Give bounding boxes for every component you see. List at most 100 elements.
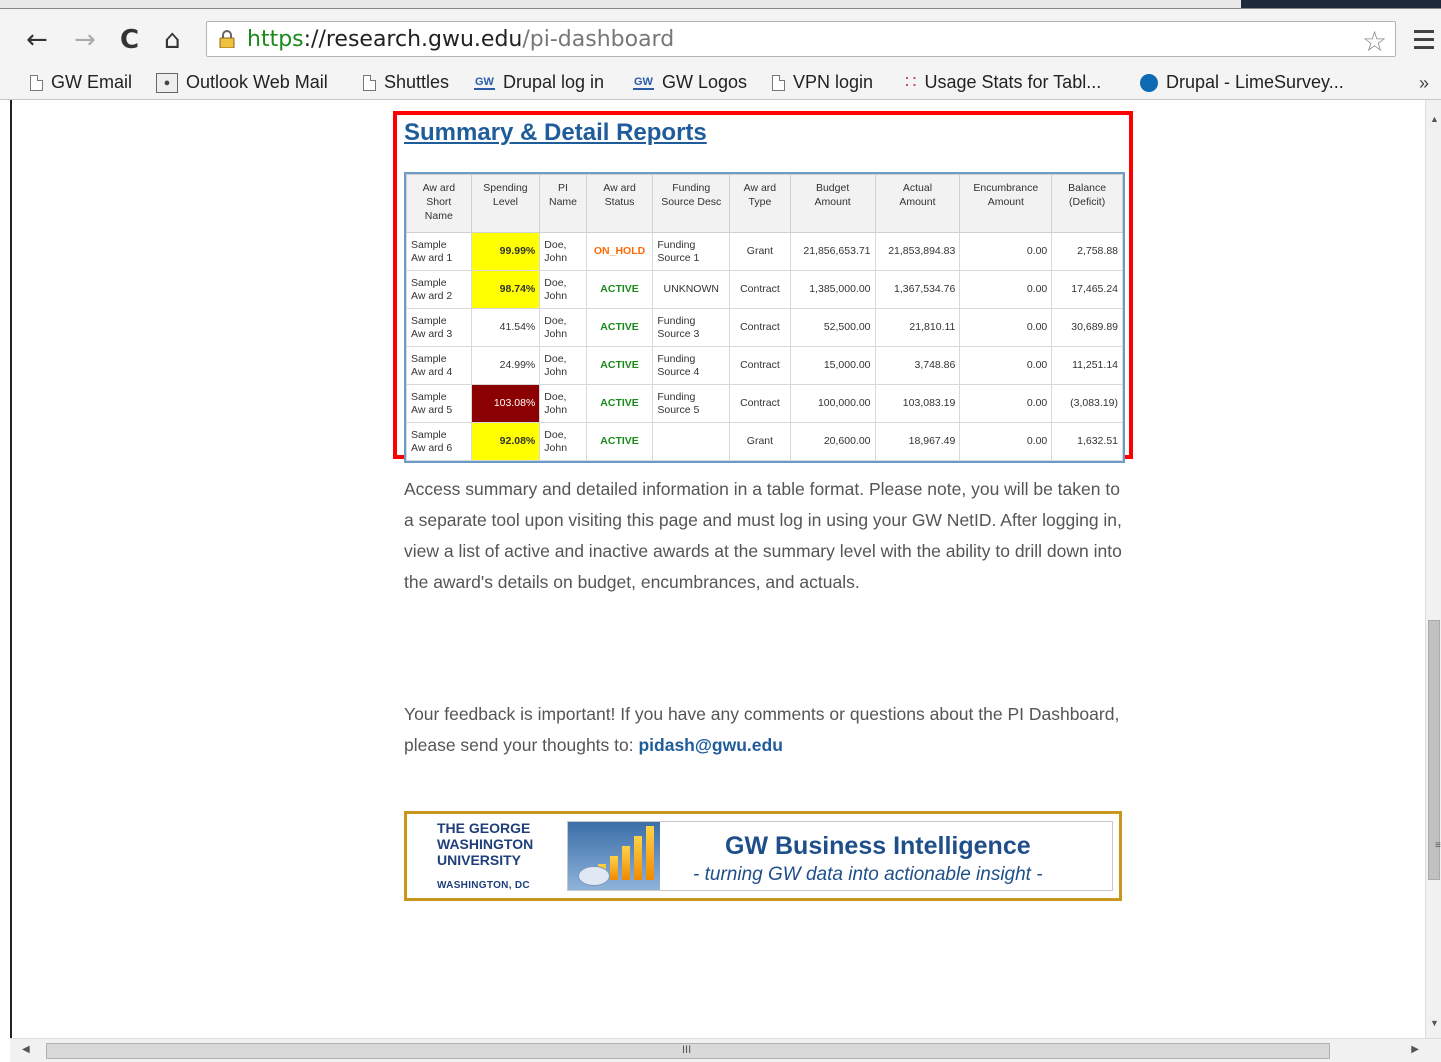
feedback-email-link[interactable]: pidash@gwu.edu (638, 735, 782, 755)
feedback-paragraph: Your feedback is important! If you have … (404, 699, 1124, 761)
cell-text: 0.00 (1026, 321, 1048, 333)
cell-text: 20,600.00 (823, 435, 871, 447)
bookmarks-overflow-icon[interactable]: » (1419, 73, 1429, 94)
header-line: Encumbrance (973, 182, 1039, 194)
cell-text: John (544, 327, 568, 340)
scroll-left-icon[interactable]: ◀ (22, 1044, 30, 1055)
table-cell: Sample Aw ard 6 (406, 422, 472, 461)
home-icon[interactable]: ⌂ (164, 25, 181, 55)
table-cell: 1,385,000.00 (789, 270, 876, 309)
url-host: ://research.gwu.edu (303, 27, 523, 52)
cell-text: Source 1 (657, 251, 700, 264)
bookmark-gw-email[interactable]: GW Email (30, 72, 132, 93)
header-line: Budget (815, 182, 850, 194)
cell-text: Contract (740, 359, 780, 371)
table-cell: 1,632.51 (1051, 422, 1123, 461)
browser-toolbar: ← → C ⌂ https://research.gwu.edu/pi-dash… (0, 9, 1441, 69)
cell-text: Funding (657, 314, 696, 327)
scroll-up-icon[interactable]: ▲ (1430, 114, 1439, 124)
logo-line: UNIVERSITY (437, 852, 522, 868)
bookmark-limesurvey[interactable]: Drupal - LimeSurvey... (1140, 72, 1344, 93)
header-line: Amount (814, 196, 851, 208)
section-title-link[interactable]: Summary & Detail Reports (404, 119, 707, 147)
chart-graphic-icon (568, 822, 660, 890)
bookmark-drupal-login[interactable]: GW Drupal log in (474, 72, 604, 93)
cell-text: UNKNOWN (663, 283, 719, 295)
table-cell: Funding Source 4 (652, 346, 731, 385)
scroll-grip-icon: ≡ (1435, 840, 1441, 851)
bi-banner[interactable]: THE GEORGE WASHINGTON UNIVERSITY WASHING… (404, 811, 1122, 901)
cell-text: Contract (740, 397, 780, 409)
header-line: Aw ard (743, 182, 777, 194)
reload-icon[interactable]: C (120, 25, 139, 55)
cell-text: 11,251.14 (1072, 359, 1118, 371)
table-row: Sample Aw ard 4 24.99% Doe, John ACTIVE Fundin… (406, 346, 1123, 385)
bookmark-label: Outlook Web Mail (186, 72, 328, 92)
table-cell: 20,600.00 (789, 422, 876, 461)
cell-text: 92.08% (499, 435, 536, 447)
cell-text: 0.00 (1026, 283, 1048, 295)
table-cell: Sample Aw ard 2 (406, 270, 472, 309)
cell-text: 98.74% (499, 283, 536, 295)
bookmark-vpn-login[interactable]: VPN login (772, 72, 873, 93)
column-header: Budget Amount (789, 174, 876, 233)
bookmark-outlook[interactable]: ● Outlook Web Mail (156, 72, 328, 93)
table-cell: (3,083.19) (1051, 384, 1123, 423)
cell-text: Doe, (544, 352, 567, 365)
table-cell: ACTIVE (585, 384, 654, 423)
table-header-row: Aw ard Short Name Spending Level PI Name Aw ard… (406, 174, 1123, 233)
table-cell (652, 422, 731, 461)
bookmark-shuttles[interactable]: Shuttles (363, 72, 449, 93)
gw-icon: GW (474, 75, 495, 90)
cell-text: Grant (746, 435, 774, 447)
lock-icon (219, 30, 235, 48)
url-scheme: https (247, 27, 304, 52)
table-cell: 98.74% (470, 270, 541, 309)
dots-icon: ∷ (905, 72, 917, 92)
bookmark-label: Drupal log in (502, 72, 605, 92)
table-cell: Grant (729, 232, 791, 271)
bookmarks-bar: GW Email ● Outlook Web Mail Shuttles GW Dr… (0, 69, 1441, 100)
scroll-down-icon[interactable]: ▼ (1430, 1018, 1439, 1028)
header-line: Status (604, 196, 635, 208)
address-bar[interactable]: https://research.gwu.edu/pi-dashboard (206, 21, 1396, 57)
header-line: PI (558, 182, 568, 194)
scroll-right-icon[interactable]: ▶ (1411, 1044, 1419, 1055)
cell-text: Doe, (544, 390, 567, 403)
forward-icon[interactable]: → (74, 25, 96, 55)
cell-text: Contract (740, 321, 780, 333)
cell-text: Aw ard 4 (411, 365, 453, 378)
menu-icon[interactable] (1414, 25, 1434, 54)
header-line: Spending (483, 182, 528, 194)
back-icon[interactable]: ← (26, 25, 48, 55)
cell-text: Aw ard 6 (411, 441, 453, 454)
table-cell: 24.99% (470, 346, 541, 385)
table-row: Sample Aw ard 1 99.99% Doe, John ON_HOLD Fundi… (406, 232, 1123, 271)
cell-text: 1,385,000.00 (809, 283, 871, 295)
cell-text: 1,632.51 (1077, 435, 1118, 447)
cell-text: Funding (657, 352, 696, 365)
cell-text: ACTIVE (600, 359, 639, 371)
vertical-scrollbar[interactable]: ▲ ≡ ▼ (1425, 100, 1441, 1038)
horizontal-scrollbar[interactable]: ◀ III ▶ (10, 1038, 1441, 1062)
table-cell: Funding Source 3 (652, 308, 731, 347)
table-cell: Doe, John (539, 384, 587, 423)
cell-text: Aw ard 2 (411, 289, 453, 302)
cell-text: 100,000.00 (817, 397, 871, 409)
header-line: Type (748, 196, 772, 208)
document-icon (30, 74, 43, 91)
cell-text: 30,689.89 (1071, 321, 1118, 333)
scroll-grip-icon: III (682, 1044, 692, 1056)
cell-text: Aw ard 5 (411, 403, 453, 416)
bookmark-star-icon[interactable]: ☆ (1362, 25, 1387, 58)
cell-text: 1,367,534.76 (894, 283, 956, 295)
cell-text: 0.00 (1026, 245, 1048, 257)
table-cell: 92.08% (470, 422, 541, 461)
cell-text: 52,500.00 (823, 321, 871, 333)
table-cell: 0.00 (959, 308, 1053, 347)
bookmark-usage-stats[interactable]: ∷ Usage Stats for Tabl... (905, 72, 1101, 93)
bookmark-gw-logos[interactable]: GW GW Logos (633, 72, 747, 93)
cell-text: ACTIVE (600, 283, 639, 295)
table-cell: Doe, John (539, 232, 587, 271)
table-cell: ACTIVE (585, 346, 654, 385)
